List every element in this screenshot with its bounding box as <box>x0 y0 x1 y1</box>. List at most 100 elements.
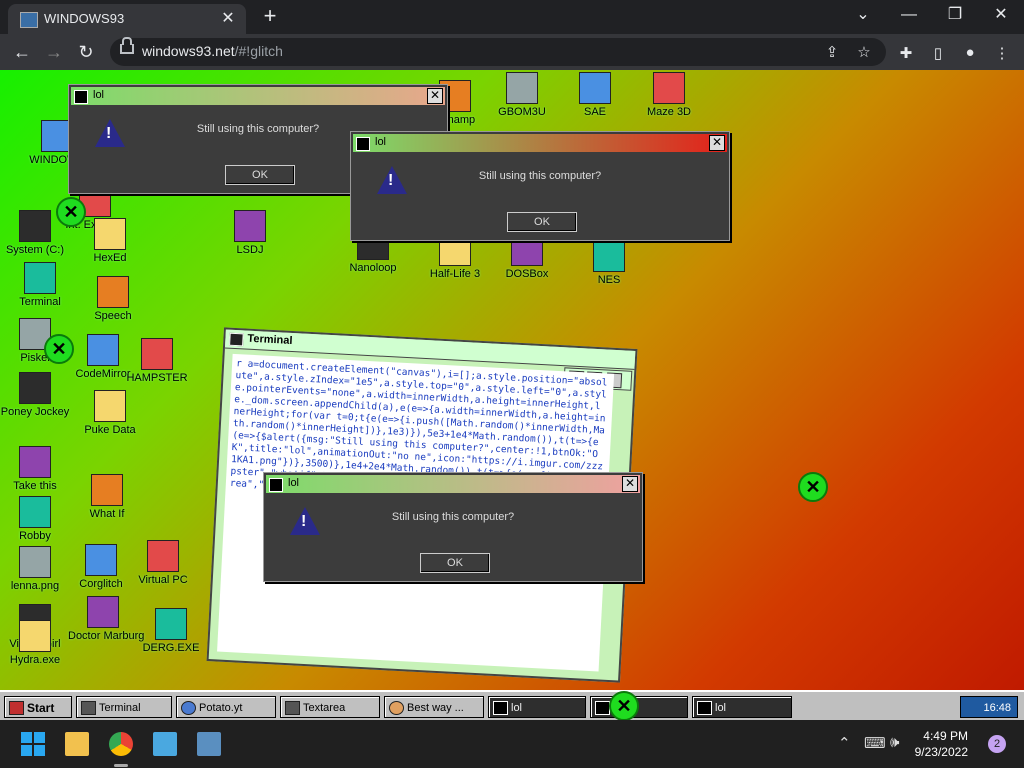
active-indicator <box>114 764 128 767</box>
desktop-icon-terminal[interactable]: Terminal <box>5 262 75 308</box>
side-panel-icon[interactable]: ▯ <box>928 44 948 62</box>
desktop-icon-label: HAMPSTER <box>126 372 188 384</box>
desktop-icon-corglitch[interactable]: Corglitch <box>66 544 136 590</box>
desktop-icon-speech[interactable]: Speech <box>78 276 148 322</box>
ok-button[interactable]: OK <box>507 212 577 232</box>
desktop-icon-maze-3d[interactable]: Maze 3D <box>634 72 704 118</box>
glitch-x-icon[interactable]: ✕ <box>798 472 828 502</box>
glitch-x-icon[interactable]: ✕ <box>609 691 639 721</box>
desktop-icon-derg-exe[interactable]: DERG.EXE <box>136 608 206 654</box>
glitch-x-icon[interactable]: ✕ <box>44 334 74 364</box>
glitch-x-icon[interactable]: ✕ <box>56 197 86 227</box>
take-this-icon <box>19 446 51 478</box>
menu-kebab-icon[interactable]: ⋮ <box>992 44 1012 62</box>
network-icon[interactable]: ⌨ <box>864 734 886 752</box>
start-logo-icon <box>9 701 24 715</box>
notification-badge[interactable]: 2 <box>988 735 1006 753</box>
dialog-close-button[interactable]: ✕ <box>709 135 725 151</box>
desktop-icon-hexed[interactable]: HexEd <box>75 218 145 264</box>
desktop-icon-lenna-png[interactable]: lenna.png <box>0 546 70 592</box>
desktop-icon-label: Speech <box>94 310 132 322</box>
dialog-titlebar[interactable]: lol ✕ <box>266 475 640 493</box>
nes-icon <box>593 240 625 272</box>
taskbar-item-best-way[interactable]: Best way ... <box>384 696 484 718</box>
url-text: windows93.net/#!glitch <box>142 43 283 59</box>
desktop-icon-label: Maze 3D <box>646 106 692 118</box>
desktop-icon-sae[interactable]: SAE <box>560 72 630 118</box>
browser-icon <box>389 701 404 715</box>
terminal-icon <box>229 332 244 347</box>
dialog-message: Still using this computer? <box>391 511 515 523</box>
desktop-icon-label: What If <box>89 508 125 520</box>
desktop-icon-puke-data[interactable]: Puke Data <box>75 390 145 436</box>
speech-icon <box>97 276 129 308</box>
desktop-icon-nes[interactable]: NES <box>574 240 644 286</box>
desktop-icon-virtual-pc[interactable]: Virtual PC <box>128 540 198 586</box>
derg-exe-icon <box>155 608 187 640</box>
minimize-button[interactable]: — <box>894 4 924 26</box>
desktop-icon-label: System (C:) <box>5 244 65 256</box>
desktop-icon-hampster[interactable]: HAMPSTER <box>122 338 192 384</box>
taskbar-item-lol[interactable]: lol <box>488 696 586 718</box>
win93-desktop[interactable]: WINDOWSInt. ExplorerSystem (C:)HexEdLSDJ… <box>0 70 1024 690</box>
taskbar-item-terminal[interactable]: Terminal <box>76 696 172 718</box>
desktop-icon-hydra-exe[interactable]: Hydra.exe <box>0 620 70 666</box>
dialog-title: lol <box>375 136 387 148</box>
dialog-close-button[interactable]: ✕ <box>427 88 443 104</box>
start-button[interactable]: Start <box>4 696 72 718</box>
desktop-icon-label: Doctor Marburg <box>68 630 145 642</box>
new-tab-button[interactable]: + <box>258 4 282 28</box>
taskbar-item-potato[interactable]: Potato.yt <box>176 696 276 718</box>
volume-icon[interactable]: 🕪 <box>890 734 899 751</box>
doctor-marburg-icon <box>87 596 119 628</box>
taskbar-item-lol[interactable] <box>590 696 688 718</box>
chevron-up-icon[interactable]: ⌃ <box>838 734 851 752</box>
sae-icon <box>579 72 611 104</box>
ok-button[interactable]: OK <box>225 165 295 185</box>
file-explorer-icon[interactable] <box>65 732 89 756</box>
lol-icon <box>595 701 610 715</box>
bookmark-star-icon[interactable]: ☆ <box>854 43 874 61</box>
desktop-icon-take-this[interactable]: Take this <box>0 446 70 492</box>
windows-start-icon[interactable] <box>21 732 45 756</box>
lol-dialog[interactable]: lol ✕ ! Still using this computer? OK <box>350 131 730 241</box>
desktop-icon-label: lenna.png <box>10 580 60 592</box>
lenna-png-icon <box>19 546 51 578</box>
win93-taskbar: Start Terminal Potato.yt Textarea Best w… <box>0 690 1024 722</box>
what-if-icon <box>91 474 123 506</box>
desktop-icon-gbom3u[interactable]: GBOM3U <box>487 72 557 118</box>
desktop-icon-label: Nanoloop <box>349 262 397 274</box>
desktop-icon-doctor-marburg[interactable]: Doctor Marburg <box>68 596 145 642</box>
virtual-pc-icon <box>147 540 179 572</box>
ok-button[interactable]: OK <box>420 553 490 573</box>
forward-button[interactable]: → <box>42 40 66 64</box>
dialog-titlebar[interactable]: lol ✕ <box>71 87 445 105</box>
lol-dialog[interactable]: lol ✕ ! Still using this computer? OK <box>263 472 643 582</box>
back-button[interactable]: ← <box>10 40 34 64</box>
photos-icon[interactable] <box>197 732 221 756</box>
desktop-icon-robby[interactable]: Robby <box>0 496 70 542</box>
notepad-icon[interactable] <box>153 732 177 756</box>
extensions-icon[interactable]: ✚ <box>896 44 916 62</box>
win93-tray-clock[interactable]: 16:48 <box>960 696 1018 718</box>
tab-search-chevron-icon[interactable]: ⌄ <box>848 4 878 26</box>
desktop-icon-lsdj[interactable]: LSDJ <box>215 210 285 256</box>
tab-close-icon[interactable]: ✕ <box>218 8 238 28</box>
browser-tab[interactable]: WINDOWS93 ✕ <box>8 4 246 34</box>
dialog-close-button[interactable]: ✕ <box>622 476 638 492</box>
gbom3u-icon <box>506 72 538 104</box>
restore-button[interactable]: ❐ <box>940 4 970 26</box>
desktop-icon-what-if[interactable]: What If <box>72 474 142 520</box>
close-window-button[interactable]: ✕ <box>986 4 1016 26</box>
system-clock[interactable]: 4:49 PM 9/23/2022 <box>915 728 968 760</box>
address-bar[interactable]: windows93.net/#!glitch ⇪ ☆ <box>110 37 886 66</box>
reload-button[interactable]: ↻ <box>74 40 98 64</box>
dialog-titlebar[interactable]: lol ✕ <box>353 134 727 152</box>
desktop-icon-poney-jockey[interactable]: Poney Jockey <box>0 372 70 418</box>
taskbar-item-lol[interactable]: lol <box>692 696 792 718</box>
chrome-icon[interactable] <box>109 732 133 756</box>
share-icon[interactable]: ⇪ <box>822 43 842 61</box>
profile-icon[interactable]: ● <box>960 44 980 61</box>
taskbar-item-textarea[interactable]: Textarea <box>280 696 380 718</box>
dialog-title: lol <box>288 477 300 489</box>
